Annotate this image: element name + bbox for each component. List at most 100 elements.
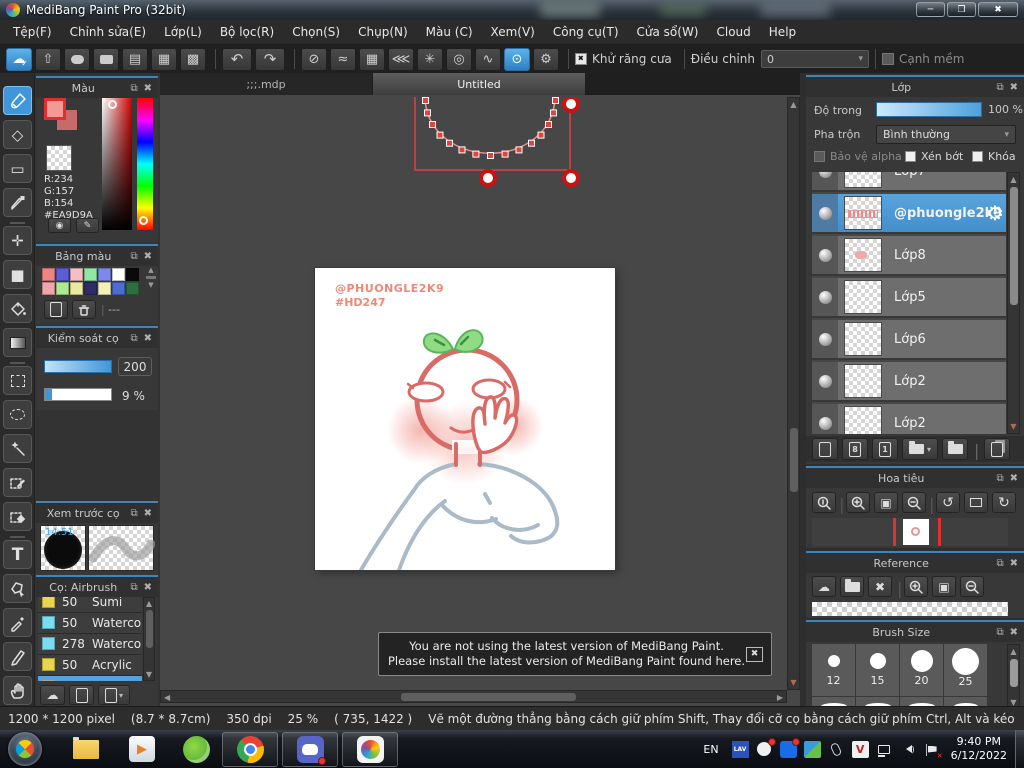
canvas-vscrollbar[interactable]: ▲ ▼	[787, 97, 800, 690]
gradient-tool[interactable]	[3, 328, 32, 357]
popout-icon[interactable]: ⧉	[130, 251, 137, 262]
brush-size-cell[interactable]: 12	[812, 644, 855, 696]
zoom-100-button[interactable]	[812, 492, 836, 513]
select-eraser-tool[interactable]	[3, 502, 32, 531]
scrollbar-thumb[interactable]	[1010, 659, 1018, 687]
duplicate-layer-button[interactable]	[984, 438, 1010, 460]
soft-edge-checkbox[interactable]	[881, 53, 894, 65]
close-panel-icon[interactable]: ✖	[144, 582, 152, 593]
taskbar-media-player[interactable]: ▶	[114, 736, 170, 762]
palette-swatch[interactable]	[84, 268, 97, 281]
brush-tool[interactable]	[3, 86, 32, 115]
snap-curve-button[interactable]: ∿	[475, 47, 501, 71]
layer-visibility[interactable]	[812, 172, 838, 190]
scroll-down-icon[interactable]: ▼	[1008, 422, 1019, 431]
color-wheel-button[interactable]: ◉	[48, 218, 71, 233]
scrollbar-thumb[interactable]	[401, 693, 576, 701]
taskbar-discord[interactable]	[282, 731, 338, 767]
menu-item-layer[interactable]: Lớp(L)	[155, 25, 211, 39]
reference-clear-button[interactable]: ✖	[868, 576, 892, 597]
blend-mode-dropdown[interactable]: Bình thường ▾	[876, 125, 1016, 144]
pen-tool[interactable]	[3, 642, 32, 671]
menu-item-filter[interactable]: Bộ lọc(R)	[211, 25, 283, 39]
select-object-tool[interactable]	[3, 574, 32, 603]
layer-row[interactable]: Lớp2	[812, 404, 1006, 434]
zalo-tray-icon[interactable]	[779, 737, 800, 758]
alpha-protect-checkbox[interactable]: Bảo vệ alpha	[814, 150, 902, 163]
layer-visibility[interactable]	[812, 362, 838, 400]
notification-close-button[interactable]: ✖	[746, 646, 763, 662]
palette-swatch[interactable]	[126, 282, 139, 295]
taskbar-coccoc[interactable]	[170, 735, 222, 763]
scrollbar-thumb[interactable]	[790, 428, 798, 492]
cloud-save-button[interactable]: ☁ ✓	[6, 47, 32, 71]
lav-tray-icon[interactable]: LAV	[731, 740, 749, 758]
reference-zoom-in-button[interactable]	[904, 576, 928, 597]
discord-tray-icon[interactable]	[756, 737, 776, 758]
navigator-viewport[interactable]	[812, 518, 1008, 546]
fill-rect-tool[interactable]: ■	[3, 260, 32, 289]
menu-item-view[interactable]: Xem(V)	[482, 25, 544, 39]
volume-tray-icon[interactable]: )	[900, 741, 917, 758]
menu-item-color[interactable]: Màu (C)	[417, 25, 482, 39]
layer-visibility[interactable]	[812, 278, 838, 316]
text-tool[interactable]: T	[3, 540, 32, 569]
brush-size-cell[interactable]: 20	[900, 644, 943, 696]
new-1bit-layer-button[interactable]: 1	[872, 438, 898, 460]
menu-item-snap[interactable]: Chụp(N)	[349, 25, 417, 39]
scroll-up-icon[interactable]: ▲	[1008, 647, 1019, 656]
scrollbar-thumb[interactable]	[146, 610, 153, 648]
close-panel-icon[interactable]: ✖	[144, 83, 152, 94]
select-rect-tool[interactable]	[3, 366, 32, 395]
popout-icon[interactable]: ⧉	[130, 333, 137, 344]
snap-settings-button[interactable]: ⚙	[533, 47, 559, 71]
snap-parallel-button[interactable]: ≈	[330, 47, 356, 71]
layer-visibility[interactable]	[812, 404, 838, 434]
close-panel-icon[interactable]: ✖	[1010, 558, 1018, 569]
document-button[interactable]: ▤	[122, 47, 148, 71]
scroll-up-icon[interactable]: ▲	[1008, 175, 1019, 184]
hue-slider[interactable]	[137, 98, 153, 230]
layer-row[interactable]: Lớp8	[812, 236, 1006, 276]
taskbar-medibang[interactable]	[342, 731, 398, 767]
snap-grid-button[interactable]: ▦	[359, 47, 385, 71]
palette-swatch[interactable]	[98, 268, 111, 281]
palette-swatch[interactable]	[112, 268, 125, 281]
brush-row[interactable]: 50 Acrylic	[38, 655, 142, 676]
close-button[interactable]: ✖	[978, 2, 1018, 17]
antialias-checkbox[interactable]: ✖	[575, 53, 587, 65]
select-pen-tool[interactable]	[3, 468, 32, 497]
new-8bit-layer-button[interactable]: 8	[842, 438, 868, 460]
move-tool[interactable]: ✛	[3, 226, 32, 255]
popout-icon[interactable]: ⧉	[996, 558, 1003, 569]
brush-size-cell[interactable]: 25	[944, 644, 987, 696]
unikey-tray-icon[interactable]	[803, 740, 821, 758]
reference-fit-button[interactable]: ▣	[932, 576, 956, 597]
scroll-up-icon[interactable]: ▲	[146, 266, 156, 274]
tab-document-2[interactable]: Untitled	[373, 73, 586, 95]
layer-visibility[interactable]	[812, 320, 838, 358]
new-brush-button[interactable]	[69, 685, 94, 705]
brush-size-value[interactable]: 200	[118, 357, 152, 376]
canvas-hscrollbar[interactable]: ◀ ▶	[160, 690, 787, 703]
new-layer-button[interactable]	[812, 438, 838, 460]
comment-list-button[interactable]	[93, 47, 119, 71]
brush-size-cell[interactable]: 15	[856, 644, 899, 696]
menu-item-file[interactable]: Tệp(F)	[4, 25, 61, 39]
scroll-down-icon[interactable]: ▼	[788, 678, 799, 687]
skin-color-button[interactable]: ✎	[76, 218, 99, 233]
reference-open-button[interactable]	[840, 576, 864, 597]
layer-row[interactable]: Lớp5	[812, 278, 1006, 318]
saturation-value-picker[interactable]	[102, 98, 132, 230]
brush-row[interactable]: 50 Sumi	[38, 597, 142, 613]
layer-row[interactable]: Lớp6	[812, 320, 1006, 360]
menu-item-select[interactable]: Chọn(S)	[283, 25, 349, 39]
brush-cloud-button[interactable]: ☁	[40, 685, 65, 705]
lasso-tool[interactable]	[3, 400, 32, 429]
scroll-down-icon[interactable]: ▼	[144, 670, 154, 679]
new-folder-button[interactable]: ▾	[902, 438, 938, 460]
layer-row[interactable]: Lớp7	[812, 172, 1006, 192]
snap-off-button[interactable]: ⊘	[301, 47, 327, 71]
layer-opacity-slider[interactable]	[876, 102, 982, 117]
scroll-left-icon[interactable]: ◀	[164, 693, 170, 702]
